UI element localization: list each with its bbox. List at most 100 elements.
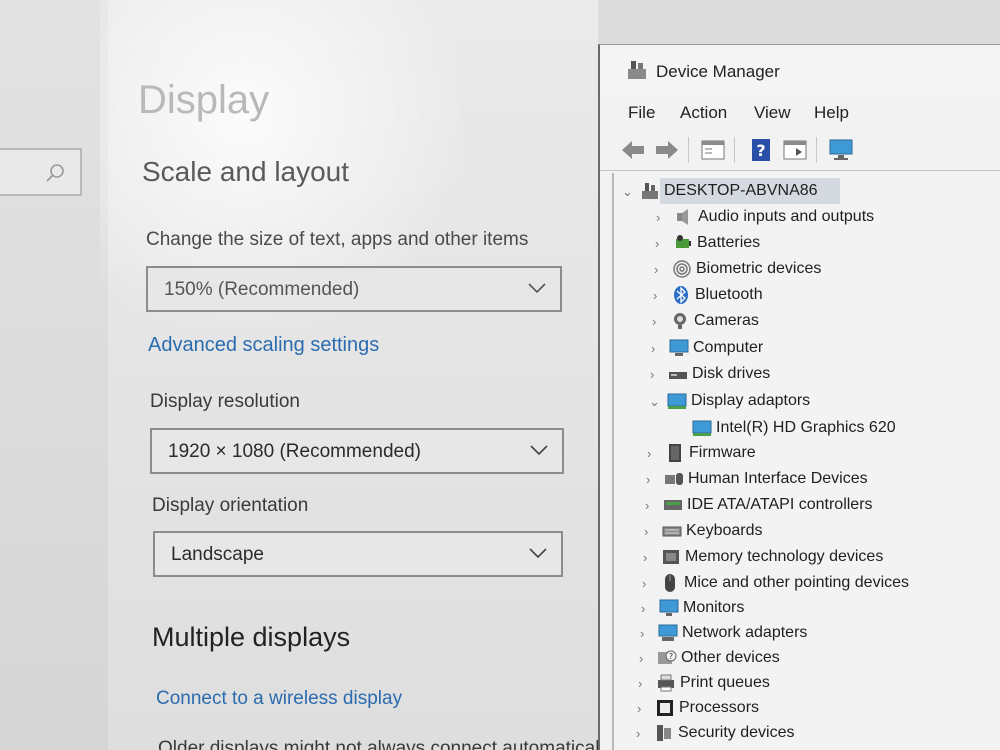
scale-dropdown[interactable]: 150% (Recommended) bbox=[146, 266, 562, 312]
display-adapter-icon bbox=[667, 393, 687, 409]
tree-category-item[interactable]: › IDE ATA/ATAPI controllers bbox=[645, 495, 1000, 519]
expand-icon[interactable]: › bbox=[652, 314, 664, 330]
tree-item-label: Cameras bbox=[694, 312, 759, 329]
menu-help[interactable]: Help bbox=[814, 103, 849, 123]
tree-item-label: Display adaptors bbox=[691, 392, 811, 409]
expand-icon[interactable]: › bbox=[641, 601, 653, 617]
chip-icon bbox=[669, 444, 681, 462]
expand-icon[interactable]: › bbox=[643, 550, 655, 566]
tree-category-item[interactable]: › Cameras bbox=[652, 311, 1000, 335]
resolution-label: Display resolution bbox=[150, 391, 300, 412]
tree-item-label: Computer bbox=[693, 339, 764, 356]
older-displays-text: Older displays might not always connect … bbox=[158, 738, 614, 750]
tree-category-item[interactable]: › Print queues bbox=[638, 673, 998, 697]
expand-icon[interactable]: › bbox=[640, 626, 652, 642]
tree-item-label: Audio inputs and outputs bbox=[698, 208, 875, 225]
tree-root[interactable]: ⌄ DESKTOP-ABVNA86 bbox=[622, 178, 1000, 205]
tree-item-label: Monitors bbox=[683, 599, 745, 616]
view-icon[interactable] bbox=[782, 137, 808, 163]
tree-item-label: Mice and other pointing devices bbox=[684, 574, 910, 591]
tree-category-item[interactable]: › Network adapters bbox=[640, 623, 1000, 647]
display-adapter-icon bbox=[692, 420, 712, 436]
svg-text:?: ? bbox=[756, 141, 765, 160]
tree-category-item[interactable]: › Computer bbox=[651, 338, 1000, 362]
expand-icon[interactable]: › bbox=[651, 341, 663, 357]
menu-file[interactable]: File bbox=[628, 103, 655, 123]
tree-category-item[interactable]: › Bluetooth bbox=[653, 285, 1000, 309]
tree-category-item[interactable]: › Memory technology devices bbox=[643, 547, 1000, 571]
device-tree: ⌄ DESKTOP-ABVNA86 › Audio inputs and outp… bbox=[612, 173, 1000, 750]
advanced-scaling-link[interactable]: Advanced scaling settings bbox=[148, 334, 379, 357]
resolution-dropdown-value: 1920 × 1080 (Recommended) bbox=[168, 441, 421, 462]
wireless-display-link[interactable]: Connect to a wireless display bbox=[156, 688, 402, 710]
tree-category-item[interactable]: › Keyboards bbox=[644, 521, 1000, 545]
tree-category-item[interactable]: › Security devices bbox=[636, 723, 996, 747]
device-manager-icon bbox=[628, 61, 646, 79]
scale-dropdown-value: 150% (Recommended) bbox=[164, 279, 360, 300]
hid-icon bbox=[665, 473, 683, 485]
tree-category-item[interactable]: ›? Other devices bbox=[639, 648, 999, 672]
tree-category-item[interactable]: › Biometric devices bbox=[654, 259, 1000, 283]
tree-item-label: Disk drives bbox=[692, 365, 771, 382]
bluetooth-icon bbox=[674, 286, 688, 304]
expand-icon[interactable]: › bbox=[656, 210, 668, 226]
menu-action[interactable]: Action bbox=[680, 103, 727, 123]
security-icon bbox=[657, 725, 671, 741]
back-arrow-icon[interactable] bbox=[620, 137, 646, 163]
forward-arrow-icon[interactable] bbox=[654, 137, 680, 163]
tree-item-label: Other devices bbox=[681, 649, 780, 666]
expand-icon[interactable]: › bbox=[650, 367, 662, 383]
orientation-label: Display orientation bbox=[152, 495, 309, 516]
expand-icon[interactable]: › bbox=[642, 576, 654, 592]
toolbar: ? bbox=[600, 131, 1000, 171]
properties-icon[interactable] bbox=[700, 137, 726, 163]
device-manager-window: Device Manager File Action View Help ? ⌄… bbox=[598, 44, 1000, 750]
tree-category-item[interactable]: › Human Interface Devices bbox=[646, 469, 1000, 493]
tree-category-item[interactable]: ⌄ Display adaptors bbox=[649, 391, 1000, 415]
tree-child-item[interactable]: Intel(R) HD Graphics 620 bbox=[674, 418, 1000, 442]
expand-icon[interactable]: › bbox=[636, 726, 648, 742]
battery-icon bbox=[676, 235, 691, 248]
expand-icon[interactable]: › bbox=[655, 236, 667, 252]
menu-bar: File Action View Help bbox=[600, 99, 1000, 129]
tree-category-item[interactable]: › Firmware bbox=[647, 443, 1000, 467]
expand-icon[interactable]: › bbox=[654, 262, 666, 278]
window-title: Device Manager bbox=[656, 62, 780, 81]
chevron-down-icon bbox=[528, 283, 546, 294]
monitor-icon[interactable] bbox=[828, 137, 854, 163]
tree-category-item[interactable]: › Batteries bbox=[655, 233, 1000, 257]
expand-icon[interactable]: › bbox=[645, 498, 657, 514]
tree-item-label: Memory technology devices bbox=[685, 548, 884, 565]
resolution-dropdown[interactable]: 1920 × 1080 (Recommended) bbox=[150, 428, 564, 474]
expand-icon[interactable]: › bbox=[653, 288, 665, 304]
expand-icon[interactable]: › bbox=[646, 472, 658, 488]
search-box[interactable] bbox=[0, 148, 82, 196]
expand-icon[interactable]: › bbox=[638, 676, 650, 692]
tree-category-item[interactable]: › Processors bbox=[637, 698, 997, 722]
expand-icon[interactable]: › bbox=[637, 701, 649, 717]
expand-icon[interactable]: › bbox=[647, 446, 659, 462]
search-icon[interactable] bbox=[44, 161, 68, 185]
collapse-icon[interactable]: ⌄ bbox=[622, 184, 634, 200]
expand-icon[interactable]: › bbox=[639, 651, 651, 667]
chevron-down-icon bbox=[530, 445, 548, 456]
tree-category-item[interactable]: › Audio inputs and outputs bbox=[656, 207, 1000, 231]
processor-icon bbox=[657, 700, 673, 716]
mouse-icon bbox=[665, 574, 675, 592]
expand-icon[interactable]: › bbox=[644, 524, 656, 540]
unknown-device-icon: ? bbox=[658, 650, 677, 664]
toolbar-separator bbox=[688, 137, 689, 163]
tree-category-item[interactable]: › Disk drives bbox=[650, 364, 1000, 388]
collapse-icon[interactable]: ⌄ bbox=[649, 394, 661, 410]
camera-icon bbox=[674, 313, 686, 329]
menu-view[interactable]: View bbox=[754, 103, 791, 123]
help-icon[interactable]: ? bbox=[748, 137, 774, 163]
orientation-dropdown[interactable]: Landscape bbox=[153, 531, 563, 577]
printer-icon bbox=[658, 674, 674, 692]
tree-item-label: Intel(R) HD Graphics 620 bbox=[716, 419, 896, 436]
tree-item-label: Print queues bbox=[680, 674, 770, 691]
disk-icon bbox=[669, 372, 687, 379]
settings-sidebar bbox=[0, 0, 108, 750]
tree-category-item[interactable]: › Monitors bbox=[641, 598, 1000, 622]
tree-category-item[interactable]: › Mice and other pointing devices bbox=[642, 573, 1000, 597]
